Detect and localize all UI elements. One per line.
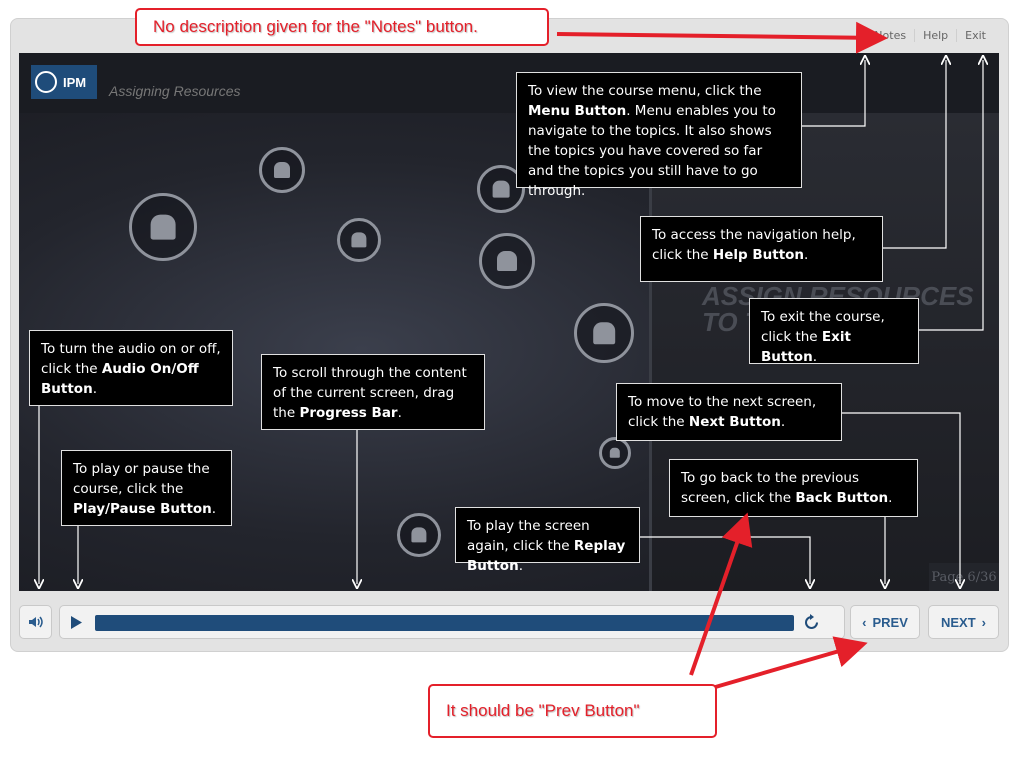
person-node-icon: [479, 233, 535, 289]
progress-fill[interactable]: [95, 615, 794, 631]
exit-link[interactable]: Exit: [956, 29, 994, 42]
chevron-right-icon: ›: [981, 614, 986, 630]
speaker-icon: [28, 616, 43, 628]
course-title: Assigning Resources: [109, 83, 241, 99]
person-node-icon: [599, 437, 631, 469]
play-icon[interactable]: [70, 616, 82, 629]
top-links: Notes Help Exit: [866, 29, 994, 42]
audio-callout: To turn the audio on or off, click the A…: [29, 330, 233, 406]
help-link[interactable]: Help: [914, 29, 956, 42]
person-node-icon: [337, 218, 381, 262]
next-callout: To move to the next screen, click the Ne…: [616, 383, 842, 441]
page-indicator: Page 6/36: [929, 563, 999, 591]
menu-callout: To view the course menu, click the Menu …: [516, 72, 802, 199]
person-node-icon: [129, 193, 197, 261]
back-callout: To go back to the previous screen, click…: [669, 459, 918, 517]
annotation-prev-issue: It should be "Prev Button": [428, 684, 717, 738]
annotation-notes-issue: No description given for the "Notes" but…: [135, 8, 549, 46]
prev-button[interactable]: ‹ PREV: [850, 605, 920, 639]
person-node-icon: [574, 303, 634, 363]
play-callout: To play or pause the course, click the P…: [61, 450, 232, 526]
audio-button[interactable]: [19, 605, 52, 639]
person-node-icon: [397, 513, 441, 557]
control-bar: ‹ PREV NEXT ›: [19, 605, 999, 641]
progress-callout: To scroll through the content of the cur…: [261, 354, 485, 430]
chevron-left-icon: ‹: [862, 614, 867, 630]
replay-callout: To play the screen again, click the Repl…: [455, 507, 640, 574]
progress-bar[interactable]: [59, 605, 845, 639]
replay-icon[interactable]: [803, 614, 820, 631]
course-logo: IPM: [31, 65, 97, 99]
next-button[interactable]: NEXT ›: [928, 605, 999, 639]
help-callout: To access the navigation help, click the…: [640, 216, 883, 282]
notes-link[interactable]: Notes: [866, 29, 914, 42]
exit-callout: To exit the course, click the Exit Butto…: [749, 298, 919, 365]
course-header: IPM Assigning Resources: [19, 53, 999, 113]
person-node-icon: [259, 147, 305, 193]
